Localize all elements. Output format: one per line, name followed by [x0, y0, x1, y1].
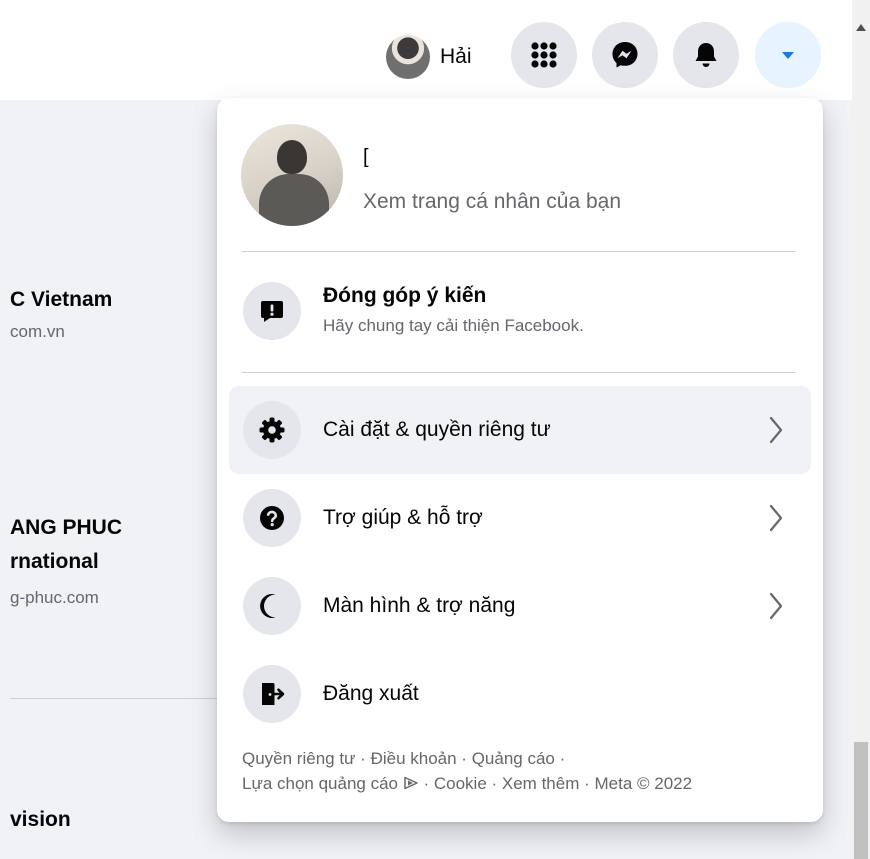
help-icon [260, 506, 284, 530]
menu-grid-icon [531, 42, 557, 68]
notifications-button[interactable] [673, 22, 739, 88]
help-icon-wrap [243, 489, 301, 547]
divider [242, 372, 795, 373]
footer-link-ad-choices-label: Lựa chọn quảng cáo [242, 774, 399, 793]
view-profile-link[interactable]: Xem trang cá nhân của bạn [363, 190, 621, 214]
gear-icon [259, 417, 285, 443]
gear-icon-wrap [243, 401, 301, 459]
profile-name: [ [363, 146, 369, 168]
chevron-right-icon [769, 416, 783, 444]
scroll-up-arrow-icon[interactable] [856, 24, 866, 31]
divider [10, 698, 240, 699]
footer-separator: · [554, 749, 566, 768]
top-navigation-bar: Hải [0, 0, 852, 100]
profile-chip[interactable]: Hải [378, 32, 480, 82]
footer-links: Quyền riêng tư · Điều khoản · Quảng cáo … [242, 746, 782, 796]
profile-avatar [241, 124, 343, 226]
footer-separator: · [486, 774, 502, 793]
display-accessibility-label: Màn hình & trợ năng [323, 594, 516, 617]
page-entry-title-line2[interactable]: rnational [10, 550, 99, 574]
give-feedback-item[interactable]: Đóng góp ý kiến Hãy chung tay cải thiện … [229, 262, 811, 360]
footer-link-ads[interactable]: Quảng cáo [472, 749, 555, 768]
divider [242, 251, 795, 252]
avatar [386, 35, 430, 79]
ad-choices-icon [404, 776, 418, 790]
settings-privacy-label: Cài đặt & quyền riêng tư [323, 418, 551, 441]
messenger-icon [612, 42, 638, 68]
page-entry-title[interactable]: vision [10, 808, 71, 832]
footer-separator: · [355, 749, 371, 768]
feedback-icon [261, 301, 283, 322]
help-support-item[interactable]: Trợ giúp & hỗ trợ [229, 474, 811, 562]
page-entry-subtitle: g-phuc.com [10, 588, 99, 607]
footer-link-privacy[interactable]: Quyền riêng tư [242, 749, 355, 768]
page-entry-subtitle: com.vn [10, 322, 65, 341]
chevron-right-icon [769, 592, 783, 620]
scrollbar-thumb[interactable] [854, 742, 868, 859]
display-accessibility-item[interactable]: Màn hình & trợ năng [229, 562, 811, 650]
moon-icon-wrap [243, 577, 301, 635]
footer-separator: · [456, 749, 472, 768]
help-support-label: Trợ giúp & hỗ trợ [323, 506, 483, 529]
footer-link-cookie[interactable]: Cookie [434, 774, 487, 793]
footer-link-terms[interactable]: Điều khoản [371, 749, 457, 768]
caret-down-icon [782, 52, 794, 59]
messenger-button[interactable] [592, 22, 658, 88]
chevron-right-icon [769, 504, 783, 532]
menu-button[interactable] [511, 22, 577, 88]
footer-link-ad-choices[interactable]: Lựa chọn quảng cáo [242, 774, 419, 793]
logout-icon-wrap [243, 665, 301, 723]
profile-chip-name: Hải [440, 45, 472, 68]
footer-separator: · [418, 774, 434, 793]
profile-link-row[interactable]: [ Xem trang cá nhân của bạn [229, 110, 811, 240]
account-button[interactable] [755, 22, 821, 88]
page-entry-title[interactable]: ANG PHUC [10, 516, 122, 540]
logout-icon [262, 683, 285, 705]
logout-item[interactable]: Đăng xuất [229, 650, 811, 738]
feedback-icon-wrap [243, 282, 301, 340]
feedback-subtitle: Hãy chung tay cải thiện Facebook. [323, 316, 584, 335]
settings-privacy-item[interactable]: Cài đặt & quyền riêng tư [229, 386, 811, 474]
moon-icon [260, 594, 276, 618]
page-entry-title[interactable]: C Vietnam [10, 288, 112, 312]
footer-link-more[interactable]: Xem thêm [502, 774, 579, 793]
footer-separator: · [579, 774, 595, 793]
bell-icon [695, 43, 717, 67]
feedback-title: Đóng góp ý kiến [323, 284, 487, 307]
scrollbar[interactable] [852, 0, 870, 859]
account-dropdown-menu: [ Xem trang cá nhân của bạn Đóng góp ý k… [217, 98, 823, 822]
logout-label: Đăng xuất [323, 682, 419, 705]
footer-copyright: Meta © 2022 [594, 774, 693, 793]
